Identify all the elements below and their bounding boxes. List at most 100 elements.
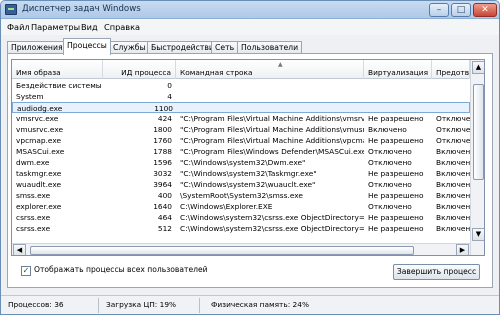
table-row[interactable]: audiodg.exe 1100 xyxy=(12,102,470,113)
window-title: Диспетчер задач Windows xyxy=(22,4,141,14)
image-name-cell: smss.exe xyxy=(16,191,51,200)
dep-cell: Включено xyxy=(436,213,470,222)
pid-cell: 1640 xyxy=(153,202,172,211)
tab-processes[interactable]: Процессы xyxy=(63,38,111,55)
command-line-cell xyxy=(176,80,364,91)
end-process-button[interactable]: Завершить процесс xyxy=(393,264,480,280)
pid-cell: 3032 xyxy=(153,169,172,178)
minimize-button[interactable]: – xyxy=(429,3,449,17)
table-row[interactable]: wuaudlt.exe 3964 "C:\Windows\system32\wuau… xyxy=(12,179,470,190)
dep-cell xyxy=(432,80,470,91)
scroll-down-button[interactable]: ▼ xyxy=(472,228,484,241)
virtualization-cell: Отключено xyxy=(368,158,412,167)
image-name-cell: explorer.exe xyxy=(16,202,62,211)
command-line-cell xyxy=(176,91,364,102)
dep-cell: Отключено xyxy=(436,136,470,145)
column-command-line[interactable]: Командная строка xyxy=(176,60,364,79)
virtualization-cell: Не разрешено xyxy=(368,169,424,178)
virtualization-cell: Не разрешено xyxy=(368,114,424,123)
pid-cell: 3964 xyxy=(153,180,172,189)
dep-cell: Включено xyxy=(436,191,470,200)
image-name-cell: taskmgr.exe xyxy=(16,169,62,178)
command-line-cell: C:\Windows\system32\csrss.exe ObjectDire… xyxy=(180,224,364,233)
pid-cell: 512 xyxy=(157,224,172,233)
close-button[interactable]: ✕ xyxy=(473,3,497,17)
command-line-cell: "C:\Program Files\Virtual Machine Additi… xyxy=(180,136,364,145)
column-pid[interactable]: ИД процесса xyxy=(103,60,176,79)
pid-cell: 1760 xyxy=(153,136,172,145)
table-row[interactable]: dwm.exe 1596 "C:\Windows\system32\Dwm.exe"… xyxy=(12,157,470,168)
table-row[interactable]: vpcmap.exe 1760 "C:\Program Files\Virtual … xyxy=(12,135,470,146)
command-line-cell: "C:\Windows\system32\Taskmgr.exe" xyxy=(180,169,317,178)
command-line-cell: \SystemRoot\System32\smss.exe xyxy=(180,191,303,200)
image-name-cell: vmusrvc.exe xyxy=(16,125,64,134)
scroll-right-button[interactable]: ▶ xyxy=(456,244,469,255)
task-manager-window: Диспетчер задач Windows – □ ✕ Файл Парам… xyxy=(0,0,500,315)
pid-cell: 4 xyxy=(167,92,172,101)
command-line-cell: "C:\Windows\system32\Dwm.exe" xyxy=(180,158,306,167)
table-row[interactable]: explorer.exe 1640 C:\Windows\Explorer.EXE О… xyxy=(12,201,470,212)
cpu-load-status: Загрузка ЦП: 19% xyxy=(106,300,177,309)
virtualization-cell xyxy=(364,80,432,91)
menu-view[interactable]: Вид xyxy=(81,21,98,33)
column-image-name[interactable]: Имя образа xyxy=(12,60,103,79)
column-dep[interactable]: Предотвра xyxy=(432,60,470,79)
pid-cell: 0 xyxy=(167,81,172,90)
scroll-up-button[interactable]: ▲ xyxy=(472,61,484,74)
horizontal-scroll-thumb[interactable] xyxy=(30,246,414,255)
table-row[interactable]: vmusrvc.exe 1800 "C:\Program Files\Virtual… xyxy=(12,124,470,135)
table-row[interactable]: MSASCui.exe 1788 "C:\Program Files\Windows… xyxy=(12,146,470,157)
menu-file[interactable]: Файл xyxy=(7,21,30,33)
table-row[interactable]: Бездействие системы 0 xyxy=(12,80,470,91)
process-count-status: Процессов: 36 xyxy=(8,300,64,309)
table-row[interactable]: csrss.exe 512 C:\Windows\system32\csrss.ex… xyxy=(12,223,470,234)
menu-bar: Файл Параметры Вид Справка xyxy=(1,19,499,35)
command-line-cell: "C:\Program Files\Virtual Machine Additi… xyxy=(180,114,364,123)
table-row[interactable]: System 4 xyxy=(12,91,470,102)
image-name-cell: dwm.exe xyxy=(16,158,50,167)
virtualization-cell: Не разрешено xyxy=(368,136,424,145)
dep-cell: Включено xyxy=(436,147,470,156)
virtualization-cell xyxy=(364,91,432,102)
virtualization-cell: Не разрешено xyxy=(368,213,424,222)
menu-help[interactable]: Справка xyxy=(104,21,140,33)
table-row[interactable]: smss.exe 400 \SystemRoot\System32\smss.exe… xyxy=(12,190,470,201)
pid-cell: 424 xyxy=(157,114,172,123)
image-name-cell: vmsrvc.exe xyxy=(16,114,59,123)
menu-options[interactable]: Параметры xyxy=(31,21,80,33)
dep-cell: Включено xyxy=(436,169,470,178)
dep-cell: Отключено xyxy=(436,125,470,134)
image-name-cell: Бездействие системы xyxy=(16,81,102,90)
command-line-cell: "C:\Windows\system32\wuauclt.exe" xyxy=(180,180,316,189)
scroll-left-button[interactable]: ◀ xyxy=(13,244,26,255)
image-name-cell: vpcmap.exe xyxy=(16,136,62,145)
virtualization-cell: Отключено xyxy=(368,202,412,211)
command-line-cell: C:\Windows\system32\csrss.exe ObjectDire… xyxy=(180,213,364,222)
image-name-cell: MSASCui.exe xyxy=(16,147,65,156)
table-row[interactable]: vmsrvc.exe 424 "C:\Program Files\Virtual M… xyxy=(12,113,470,124)
virtualization-cell: Не разрешено xyxy=(368,191,424,200)
table-row[interactable]: taskmgr.exe 3032 "C:\Windows\system32\Task… xyxy=(12,168,470,179)
virtualization-cell: Отключено xyxy=(368,147,412,156)
task-manager-icon xyxy=(5,4,17,15)
image-name-cell: wuaudlt.exe xyxy=(16,180,62,189)
status-separator xyxy=(199,298,200,313)
maximize-button[interactable]: □ xyxy=(451,3,471,17)
dep-cell: Отключено xyxy=(436,114,470,123)
process-list[interactable]: ▲ Имя образа ИД процесса Командная строк… xyxy=(11,59,485,256)
table-row[interactable]: csrss.exe 464 C:\Windows\system32\csrss.ex… xyxy=(12,212,470,223)
title-bar[interactable]: Диспетчер задач Windows – □ ✕ xyxy=(1,1,499,19)
command-line-cell: C:\Windows\Explorer.EXE xyxy=(180,202,273,211)
vertical-scrollbar[interactable]: ▲ ▼ xyxy=(470,60,484,255)
column-virtualization[interactable]: Виртуализация xyxy=(364,60,432,79)
pid-cell: 400 xyxy=(157,191,172,200)
show-all-users-checkbox[interactable]: ✓ xyxy=(21,266,31,276)
command-line-cell: "C:\Program Files\Windows Defender\MSASC… xyxy=(180,147,364,156)
status-separator xyxy=(98,298,99,313)
show-all-users-label[interactable]: Отображать процессы всех пользователей xyxy=(34,265,208,274)
process-rows: Бездействие системы 0 System 4 audiodg.exe… xyxy=(12,80,470,255)
image-name-cell: csrss.exe xyxy=(16,213,51,222)
horizontal-scrollbar[interactable]: ◀ ▶ xyxy=(12,243,470,255)
vertical-scroll-thumb[interactable] xyxy=(473,84,484,180)
dep-cell: Включено xyxy=(436,202,470,211)
